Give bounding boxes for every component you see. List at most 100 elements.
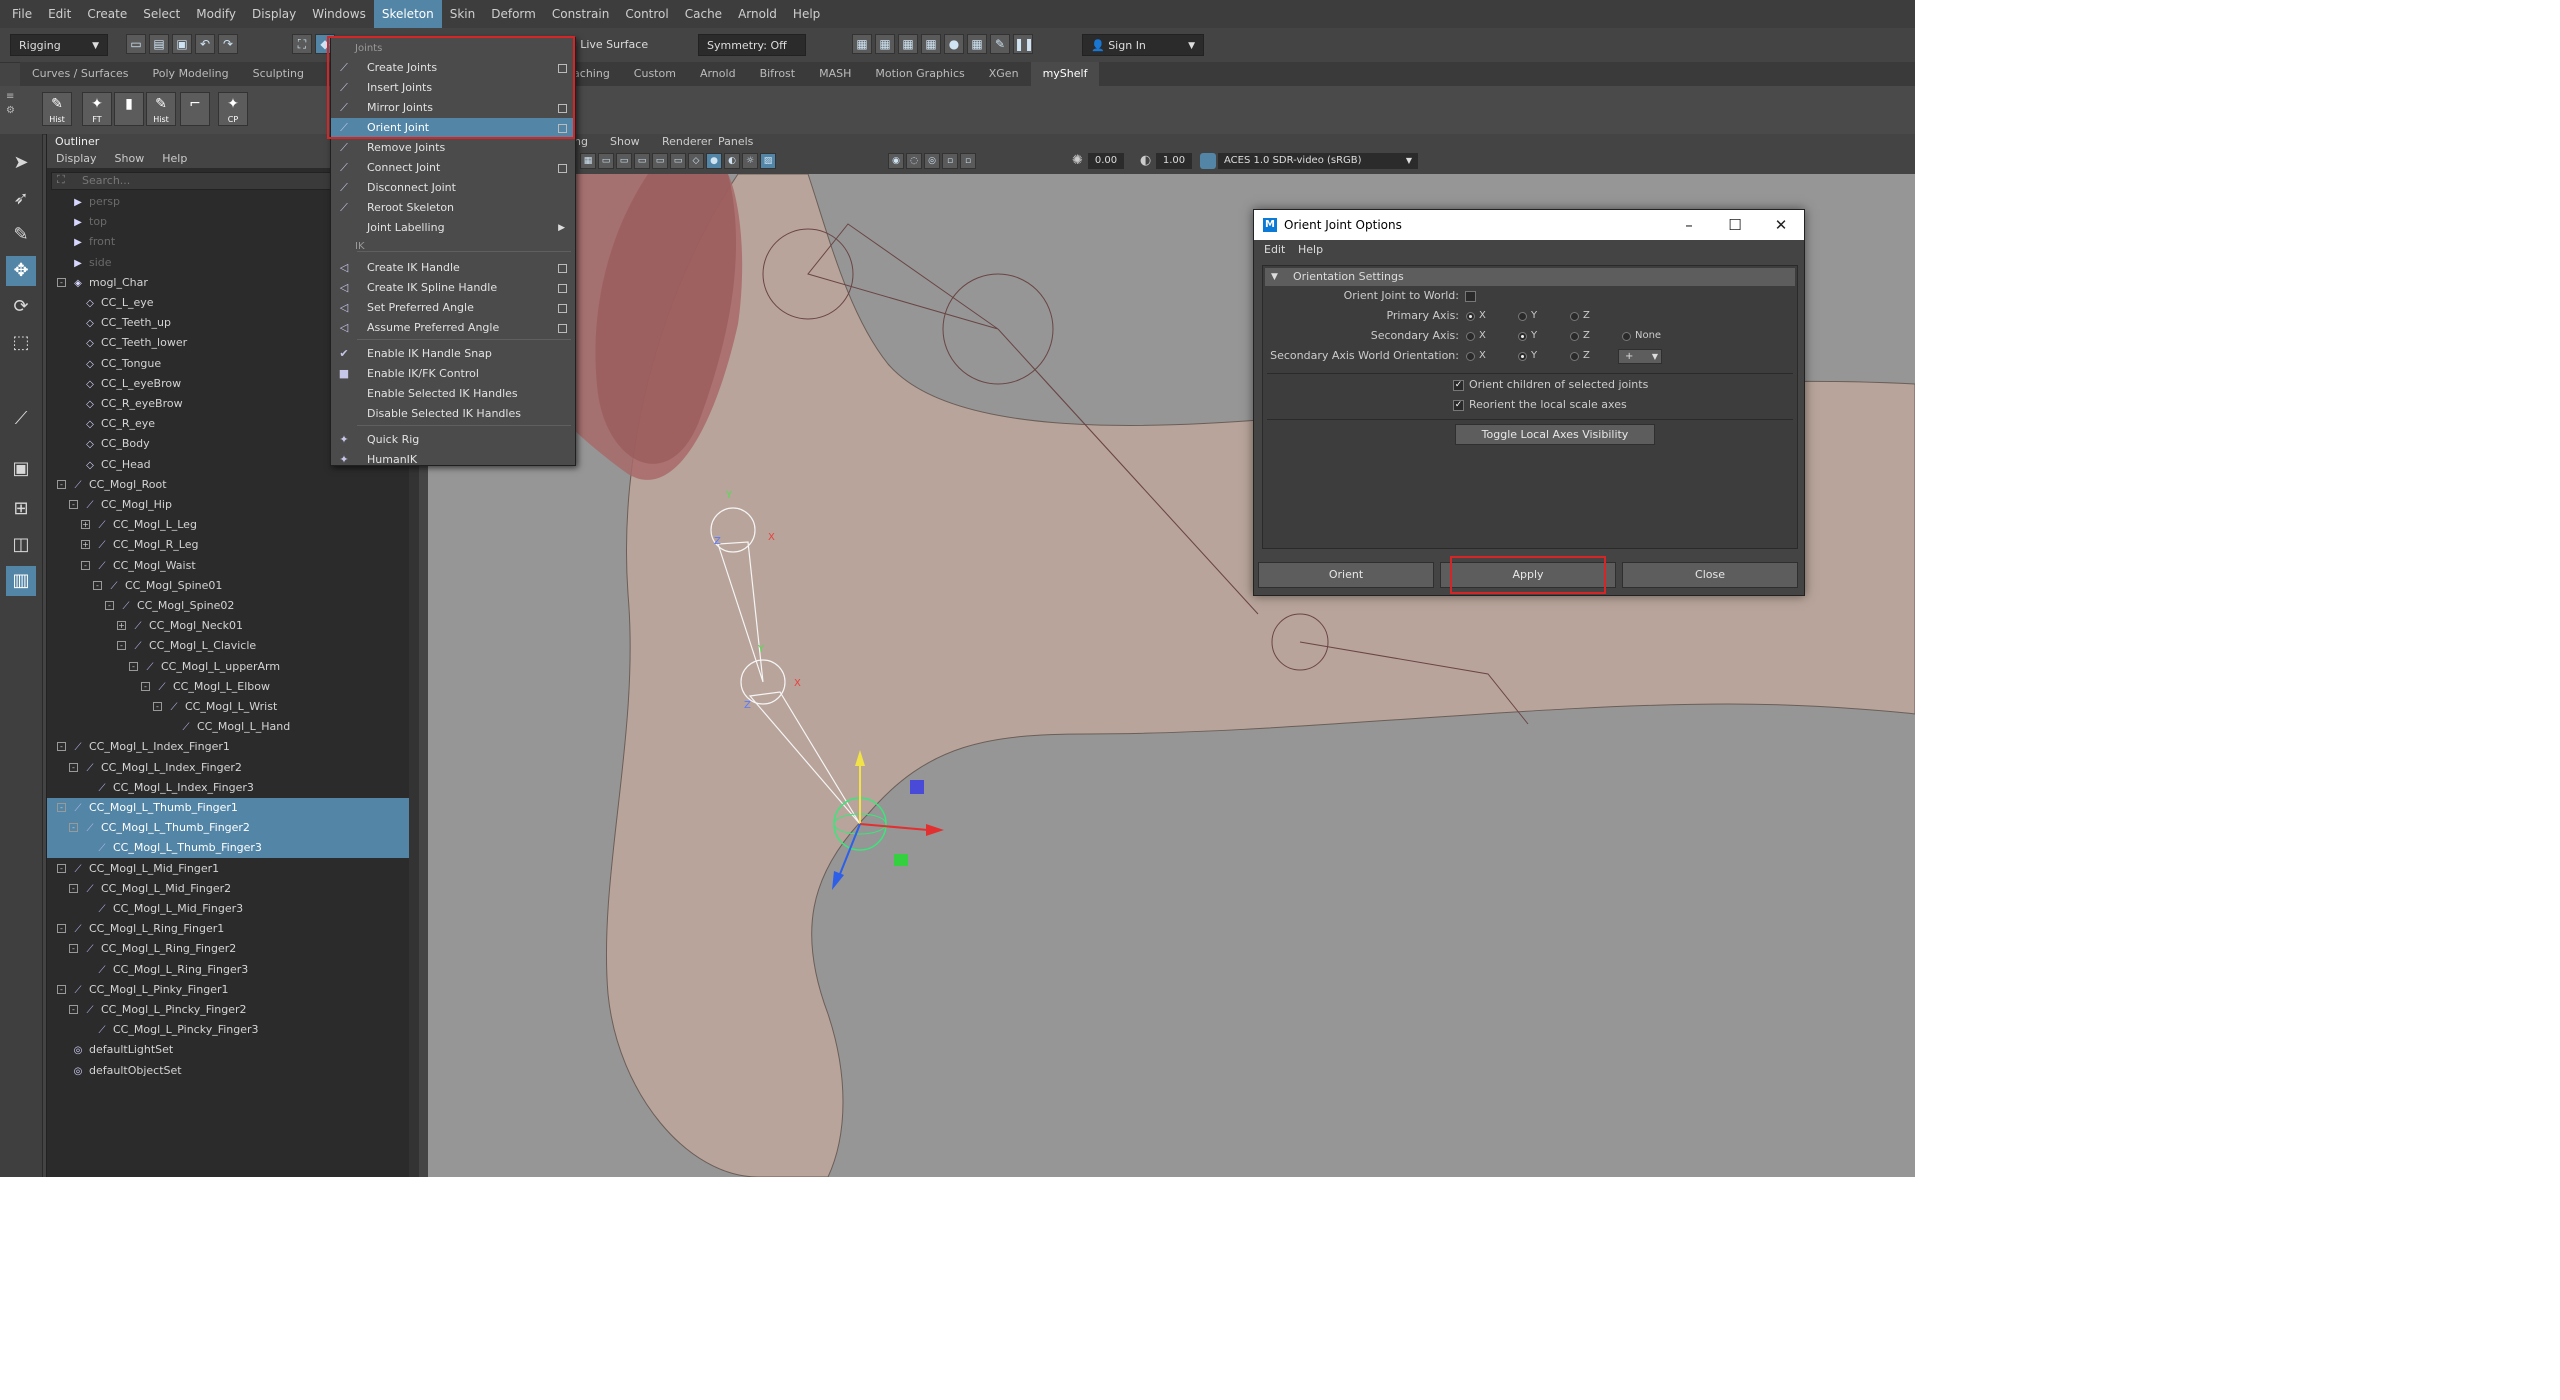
collapse-icon[interactable]: - xyxy=(129,661,138,671)
shelf-tab-sculpting[interactable]: Sculpting xyxy=(241,62,316,86)
redo-icon[interactable]: ↷ xyxy=(218,34,238,54)
outliner-row[interactable]: - ⟋ CC_Mogl_L_Elbow xyxy=(47,677,417,697)
shelf-button-6[interactable]: ✦ CP xyxy=(218,92,248,126)
outliner-row[interactable]: ⟋ CC_Mogl_L_Thumb_Finger3 xyxy=(47,838,417,859)
menu-file[interactable]: File xyxy=(4,0,40,28)
shelf-tab-curves-surfaces[interactable]: Curves / Surfaces xyxy=(20,62,141,86)
outliner-row[interactable]: ◎ defaultLightSet xyxy=(47,1040,417,1060)
arnold-ipr-icon[interactable]: ✎ xyxy=(990,34,1010,54)
single-pane-icon[interactable]: ▣ xyxy=(6,454,36,484)
collapse-icon[interactable]: - xyxy=(69,823,78,833)
menu-control[interactable]: Control xyxy=(617,0,676,28)
world-axis-y-radio[interactable] xyxy=(1518,352,1527,361)
scale-tool-icon[interactable]: ⬚ xyxy=(6,328,36,358)
textured-icon[interactable]: ◐ xyxy=(724,153,740,169)
world-axis-z-radio[interactable] xyxy=(1570,352,1579,361)
color-management-icon[interactable] xyxy=(1200,153,1216,169)
viewport-menu-panels[interactable]: Panels xyxy=(718,134,753,150)
collapse-icon[interactable]: - xyxy=(69,762,78,772)
primary-axis-y-radio[interactable] xyxy=(1518,312,1527,321)
collapse-icon[interactable]: - xyxy=(81,560,90,570)
hypershade-icon[interactable]: ● xyxy=(944,34,964,54)
outliner-row[interactable]: - ⟋ CC_Mogl_L_Wrist xyxy=(47,697,417,717)
outliner-row[interactable]: + ⟋ CC_Mogl_Neck01 xyxy=(47,616,417,636)
secondary-axis-z-radio[interactable] xyxy=(1570,332,1579,341)
menu-set-dropdown[interactable]: Rigging ▼ xyxy=(10,34,108,56)
lights-icon[interactable]: ☼ xyxy=(742,153,758,169)
outliner-row[interactable]: + ⟋ CC_Mogl_L_Leg xyxy=(47,515,417,535)
exposure-field[interactable]: 0.00 xyxy=(1088,153,1124,169)
skeleton-menu-item-enable-ik-handle-snap[interactable]: ✔ Enable IK Handle Snap xyxy=(331,344,575,364)
safe-action-icon[interactable]: ▭ xyxy=(670,153,686,169)
outliner-row[interactable]: - ⟋ CC_Mogl_L_Index_Finger2 xyxy=(47,758,417,778)
collapse-icon[interactable]: - xyxy=(57,803,66,812)
collapse-icon[interactable]: - xyxy=(57,479,66,489)
skeleton-menu-item-quick-rig[interactable]: ✦ Quick Rig xyxy=(331,430,575,450)
shelf-tab-xgen[interactable]: XGen xyxy=(977,62,1031,86)
primary-axis-z-radio[interactable] xyxy=(1570,312,1579,321)
outliner-row[interactable]: - ⟋ CC_Mogl_L_Pinky_Finger1 xyxy=(47,980,417,1000)
viewport-menu-renderer[interactable]: Renderer xyxy=(662,134,712,150)
expand-icon[interactable]: + xyxy=(81,520,90,530)
skeleton-menu-item-set-preferred-angle[interactable]: ◁ Set Preferred Angle xyxy=(331,298,575,318)
reorient-local-checkbox[interactable]: ✓ xyxy=(1453,400,1464,411)
orient-to-world-checkbox[interactable] xyxy=(1465,291,1476,302)
outliner-row[interactable]: - ⟋ CC_Mogl_Hip xyxy=(47,495,417,515)
symmetry-dropdown[interactable]: Symmetry: Off xyxy=(698,34,806,56)
live-surface-label[interactable]: o Live Surface xyxy=(570,34,648,56)
world-axis-x-radio[interactable] xyxy=(1466,352,1475,361)
shelf-button-4[interactable]: ✎ Hist xyxy=(146,92,176,126)
menu-arnold[interactable]: Arnold xyxy=(730,0,785,28)
skeleton-menu-item-enable-ik-fk-control[interactable]: ■ Enable IK/FK Control xyxy=(331,364,575,384)
shelf-tab-arnold[interactable]: Arnold xyxy=(688,62,748,86)
shelf-tab-poly-modeling[interactable]: Poly Modeling xyxy=(141,62,241,86)
collapse-icon[interactable]: - xyxy=(69,500,78,509)
collapse-icon[interactable]: - xyxy=(57,984,66,994)
resolution-gate-icon[interactable]: ▭ xyxy=(616,153,632,169)
close-button[interactable]: Close xyxy=(1622,562,1798,588)
xray-icon[interactable]: ▨ xyxy=(760,153,776,169)
minimize-icon[interactable]: – xyxy=(1666,210,1712,240)
outliner-row[interactable]: - ⟋ CC_Mogl_L_Thumb_Finger2 xyxy=(47,818,417,839)
shelf-tab-mash[interactable]: MASH xyxy=(807,62,863,86)
collapse-icon[interactable]: - xyxy=(153,702,162,711)
collapse-icon[interactable]: - xyxy=(57,863,66,873)
shelf-tab-custom[interactable]: Custom xyxy=(622,62,688,86)
two-pane-icon[interactable]: ◫ xyxy=(6,530,36,560)
joint-tool-icon[interactable]: ⟋ xyxy=(6,404,36,434)
skeleton-menu-item-disable-selected-ik-handles[interactable]: Disable Selected IK Handles xyxy=(331,404,575,424)
menu-skin[interactable]: Skin xyxy=(442,0,484,28)
menu-windows[interactable]: Windows xyxy=(304,0,374,28)
expand-icon[interactable]: + xyxy=(81,540,90,550)
skeleton-menu-item-create-ik-spline-handle[interactable]: ◁ Create IK Spline Handle xyxy=(331,278,575,298)
collapse-icon[interactable]: - xyxy=(57,277,66,287)
outliner-row[interactable]: - ⟋ CC_Mogl_Waist xyxy=(47,556,417,576)
option-box-icon[interactable] xyxy=(558,284,567,293)
collapse-icon[interactable]: - xyxy=(93,580,102,590)
maximize-icon[interactable]: ☐ xyxy=(1712,210,1758,240)
world-sign-dropdown[interactable]: + ▼ xyxy=(1618,349,1662,364)
option-box-icon[interactable] xyxy=(558,324,567,333)
undo-icon[interactable]: ↶ xyxy=(195,34,215,54)
outliner-row[interactable]: - ⟋ CC_Mogl_Spine01 xyxy=(47,576,417,596)
render-view-icon[interactable]: ▦ xyxy=(852,34,872,54)
option-box-icon[interactable] xyxy=(558,164,567,173)
secondary-axis-y-radio[interactable] xyxy=(1518,332,1527,341)
new-scene-icon[interactable]: ▭ xyxy=(126,34,146,54)
orientation-settings-header[interactable]: ▼ Orientation Settings xyxy=(1265,268,1795,286)
arnold-render-icon[interactable]: ▦ xyxy=(967,34,987,54)
outliner-row[interactable]: + ⟋ CC_Mogl_R_Leg xyxy=(47,535,417,555)
wireframe-icon[interactable]: ◇ xyxy=(688,153,704,169)
collapse-icon[interactable]: - xyxy=(105,601,114,610)
isolate-icon[interactable]: ◉ xyxy=(888,153,904,169)
four-pane-icon[interactable]: ⊞ xyxy=(6,494,36,524)
skeleton-menu-item-humanik[interactable]: ✦ HumanIK xyxy=(331,450,575,470)
menu-display[interactable]: Display xyxy=(244,0,304,28)
skeleton-menu-item-connect-joint[interactable]: ⟋ Connect Joint xyxy=(331,158,575,178)
menu-select[interactable]: Select xyxy=(135,0,188,28)
outliner-row[interactable]: - ⟋ CC_Mogl_L_Thumb_Finger1 xyxy=(47,798,417,818)
close-icon[interactable]: ✕ xyxy=(1758,210,1804,240)
smooth-shade-icon[interactable]: ● xyxy=(706,153,722,169)
view-transform-dropdown[interactable]: ACES 1.0 SDR-video (sRGB) ▼ xyxy=(1218,153,1418,169)
lasso-tool-icon[interactable]: ➶ xyxy=(6,184,36,214)
